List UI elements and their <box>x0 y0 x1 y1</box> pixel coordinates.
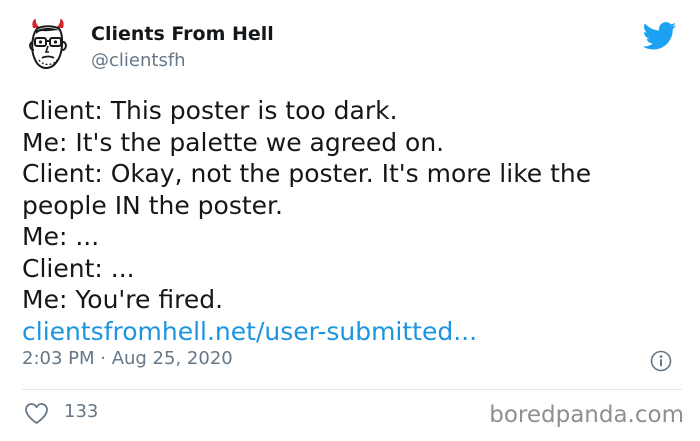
divider <box>22 389 682 390</box>
twitter-bird-icon[interactable] <box>643 22 677 50</box>
tweet-line: Client: ... <box>22 253 135 283</box>
tweet-text: Client: This poster is too dark. Me: It'… <box>22 95 682 347</box>
tweet-timestamp[interactable]: 2:03 PM · Aug 25, 2020 <box>22 348 233 370</box>
tweet-card: Clients From Hell @clientsfh Client: Thi… <box>0 0 700 441</box>
tweet-line: Client: Okay, not the poster. It's more … <box>22 159 592 188</box>
like-count: 133 <box>64 401 99 422</box>
author-avatar[interactable] <box>19 16 77 74</box>
tweet-line: Me: ... <box>22 222 100 251</box>
tweet-link[interactable]: clientsfromhell.net/user-submitted... <box>22 316 682 348</box>
watermark: boredpanda.com <box>489 402 684 428</box>
tweet-line: Client: This poster is too dark. <box>22 96 398 125</box>
tweet-line: people IN the poster. <box>22 190 283 220</box>
tweet-line: Me: You're fired. <box>22 285 224 314</box>
heart-outline-icon[interactable] <box>24 402 49 425</box>
author-handle[interactable]: @clientsfh <box>91 50 186 72</box>
author-name[interactable]: Clients From Hell <box>91 22 274 46</box>
tweet-line: Me: It's the palette we agreed on. <box>22 127 445 157</box>
devil-face-avatar-icon <box>19 16 77 74</box>
info-icon[interactable] <box>650 350 672 372</box>
